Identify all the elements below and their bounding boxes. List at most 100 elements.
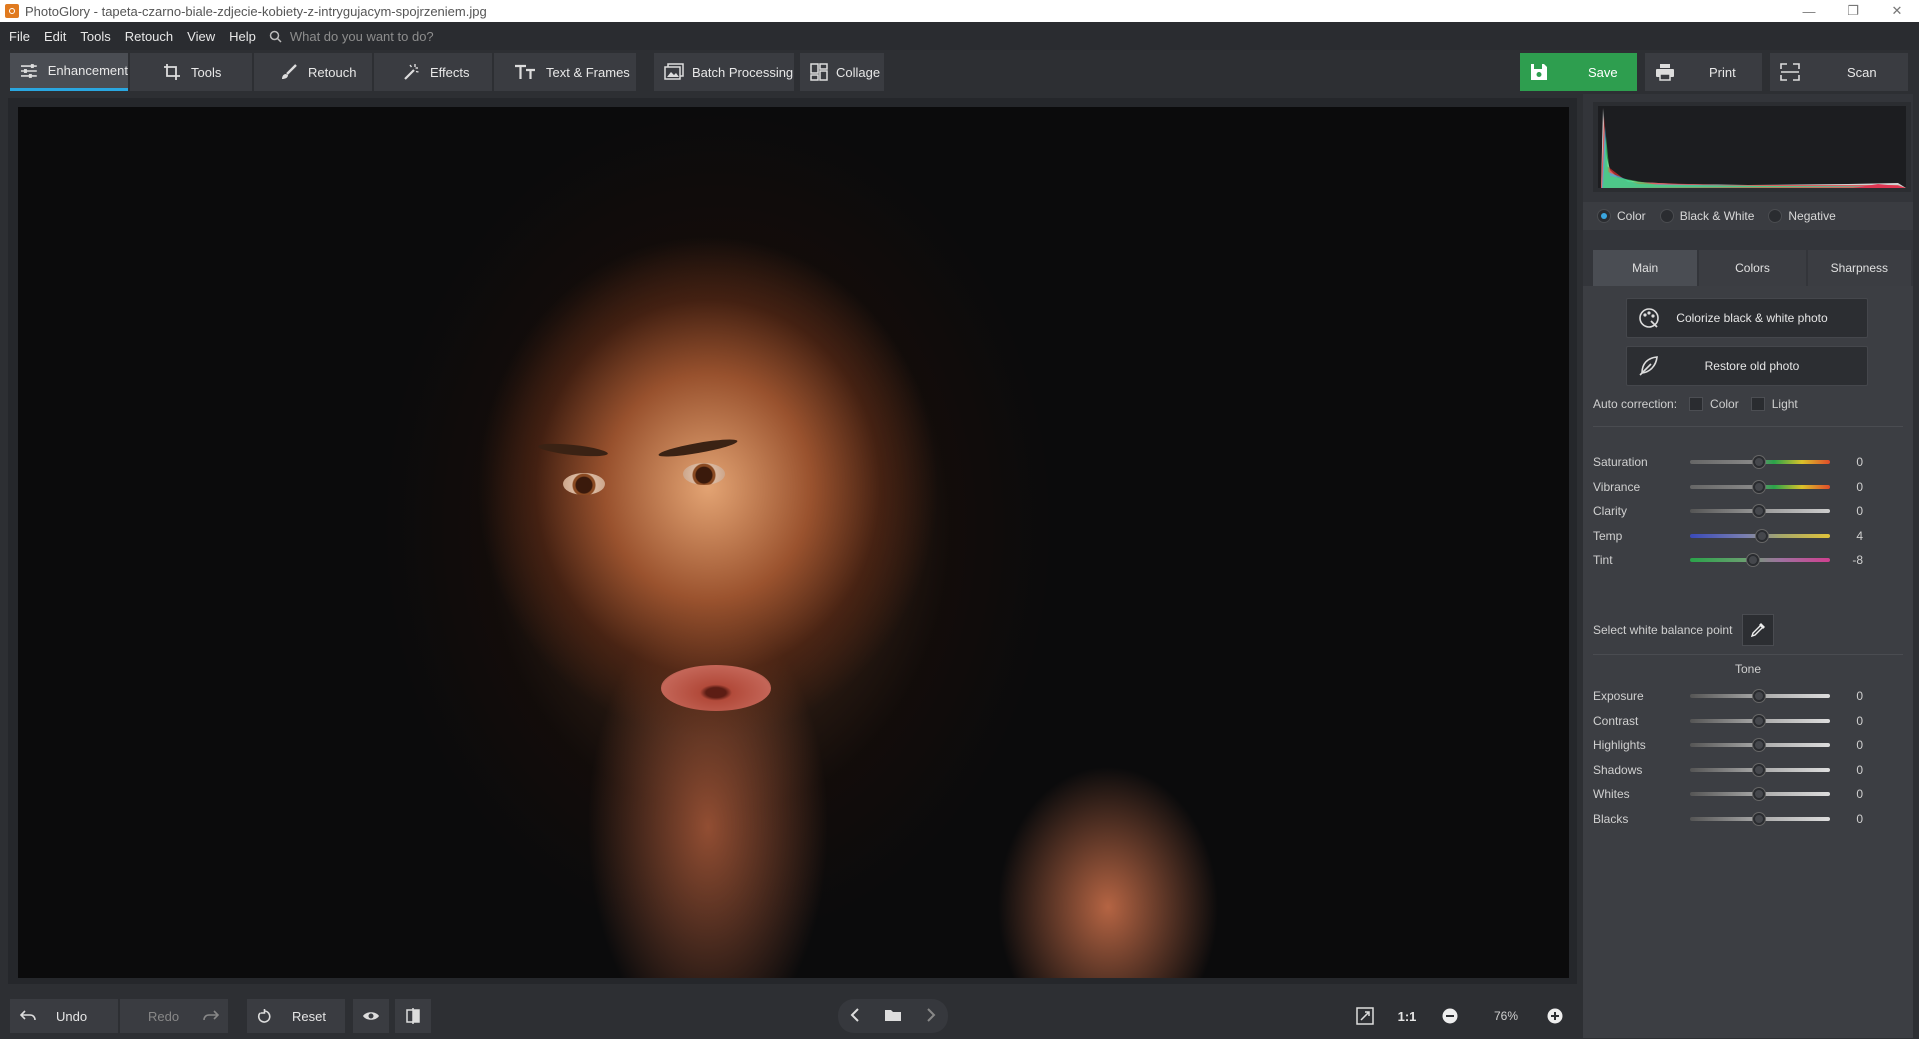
sliders-icon [20,63,37,78]
auto-light-label: Light [1771,397,1798,411]
folder-icon [885,1009,901,1021]
color-slider-vibrance[interactable]: Vibrance 0 [1593,477,1893,497]
slider-label: Clarity [1593,504,1628,518]
redo-label: Redo [148,1008,180,1024]
color-slider-saturation[interactable]: Saturation 0 [1593,452,1893,472]
slider-handle[interactable] [1753,690,1765,702]
preview-button[interactable] [353,999,389,1033]
color-slider-clarity[interactable]: Clarity 0 [1593,501,1893,521]
menu-file[interactable]: File [0,29,37,44]
tab-retouch[interactable]: Retouch [254,53,372,91]
batch-processing-button[interactable]: Batch Processing [654,53,794,91]
subtab-main[interactable]: Main [1593,250,1698,286]
compare-button[interactable] [395,999,431,1033]
tone-section-title: Tone [1734,662,1762,676]
subtab-colors[interactable]: Colors [1699,250,1806,286]
tone-slider-whites[interactable]: Whites 0 [1593,784,1893,804]
slider-handle[interactable] [1753,456,1765,468]
zoom-in-button[interactable] [1538,999,1572,1033]
print-button[interactable]: Print [1645,53,1762,91]
slider-track[interactable] [1690,558,1830,562]
collage-icon [810,63,828,81]
slider-handle[interactable] [1747,554,1760,566]
menu-help[interactable]: Help [222,29,263,44]
mode-color-radio[interactable]: Color [1597,209,1646,223]
menu-view[interactable]: View [180,29,222,44]
menu-edit[interactable]: Edit [37,29,73,44]
tab-enhancement[interactable]: Enhancement [10,53,128,91]
photoglory-window: PhotoGlory - tapeta-czarno-biale-zdjecie… [0,0,1919,1039]
slider-handle[interactable] [1753,714,1765,727]
redo-button[interactable]: Redo [120,999,228,1033]
crop-icon [164,64,180,80]
histogram-frame [1593,102,1911,192]
divider [1593,426,1903,427]
zoom-out-button[interactable] [1433,999,1467,1033]
next-image-button[interactable] [926,1007,936,1025]
collage-button[interactable]: Collage [800,53,884,91]
search-icon [269,30,282,43]
tone-slider-exposure[interactable]: Exposure 0 [1593,686,1893,706]
tone-slider-shadows[interactable]: Shadows 0 [1593,760,1893,780]
close-button[interactable]: ✕ [1875,0,1919,22]
restore-label: Restore old photo [1704,359,1800,373]
search-input[interactable] [289,28,590,44]
tone-slider-contrast[interactable]: Contrast 0 [1593,711,1893,731]
color-slider-tint[interactable]: Tint -8 [1593,550,1893,570]
minimize-button[interactable]: — [1787,0,1831,22]
photo-lips [661,665,771,711]
slider-handle[interactable] [1753,739,1765,751]
edited-photo[interactable] [18,107,1569,978]
save-label: Save [1588,64,1618,80]
zoom-level[interactable]: 76% [1478,999,1534,1033]
slider-handle[interactable] [1753,505,1765,517]
undo-button[interactable]: Undo [10,999,118,1033]
menu-tools[interactable]: Tools [73,29,117,44]
actual-size-button[interactable]: 1:1 [1390,999,1424,1033]
tone-slider-blacks[interactable]: Blacks 0 [1593,809,1893,829]
slider-value: 0 [1856,787,1863,801]
previous-image-button[interactable] [850,1007,860,1025]
colorize-button[interactable]: Colorize black & white photo [1626,298,1868,338]
restore-old-photo-button[interactable]: Restore old photo [1626,346,1868,386]
menu-retouch[interactable]: Retouch [118,29,180,44]
menu-bar: File Edit Tools Retouch View Help [0,22,1919,50]
magic-wand-icon [404,64,419,80]
tab-text-frames-label: Text & Frames [546,64,630,80]
subtab-sharpness[interactable]: Sharpness [1807,250,1911,286]
tone-slider-highlights[interactable]: Highlights 0 [1593,735,1893,755]
slider-label: Saturation [1593,455,1648,469]
photo-brow-left [537,441,609,459]
eyedropper-button[interactable] [1742,614,1775,646]
tab-effects[interactable]: Effects [374,53,492,91]
open-folder-button[interactable] [884,1008,902,1025]
tab-text-frames[interactable]: Text & Frames [494,53,636,91]
tab-enhancement-label: Enhancement [47,63,128,78]
reset-button[interactable]: Reset [247,999,345,1033]
slider-handle[interactable] [1755,529,1768,542]
slider-label: Temp [1593,528,1623,543]
palette-icon [1639,308,1659,328]
slider-value: 0 [1856,811,1863,826]
photo-brow-right [657,436,739,460]
auto-color-checkbox[interactable] [1689,397,1704,411]
radio-dot [1597,209,1611,223]
color-slider-temp[interactable]: Temp 4 [1593,526,1893,546]
slider-label: Exposure [1593,689,1644,703]
slider-label: Shadows [1593,762,1643,777]
photo-canvas[interactable] [8,98,1577,984]
maximize-button[interactable]: ❐ [1831,0,1875,22]
tab-tools[interactable]: Tools [130,53,252,91]
scan-button[interactable]: Scan [1770,53,1908,91]
fit-to-screen-button[interactable] [1348,999,1382,1033]
slider-handle[interactable] [1753,812,1765,825]
slider-handle[interactable] [1753,763,1765,776]
slider-handle[interactable] [1753,788,1765,800]
slider-handle[interactable] [1753,480,1765,493]
mode-bw-radio[interactable]: Black & White [1659,209,1754,223]
mode-negative-radio[interactable]: Negative [1768,209,1836,223]
slider-label: Tint [1593,553,1613,567]
auto-light-checkbox[interactable] [1750,397,1765,411]
collage-label: Collage [836,64,881,80]
save-button[interactable]: Save [1520,53,1637,91]
